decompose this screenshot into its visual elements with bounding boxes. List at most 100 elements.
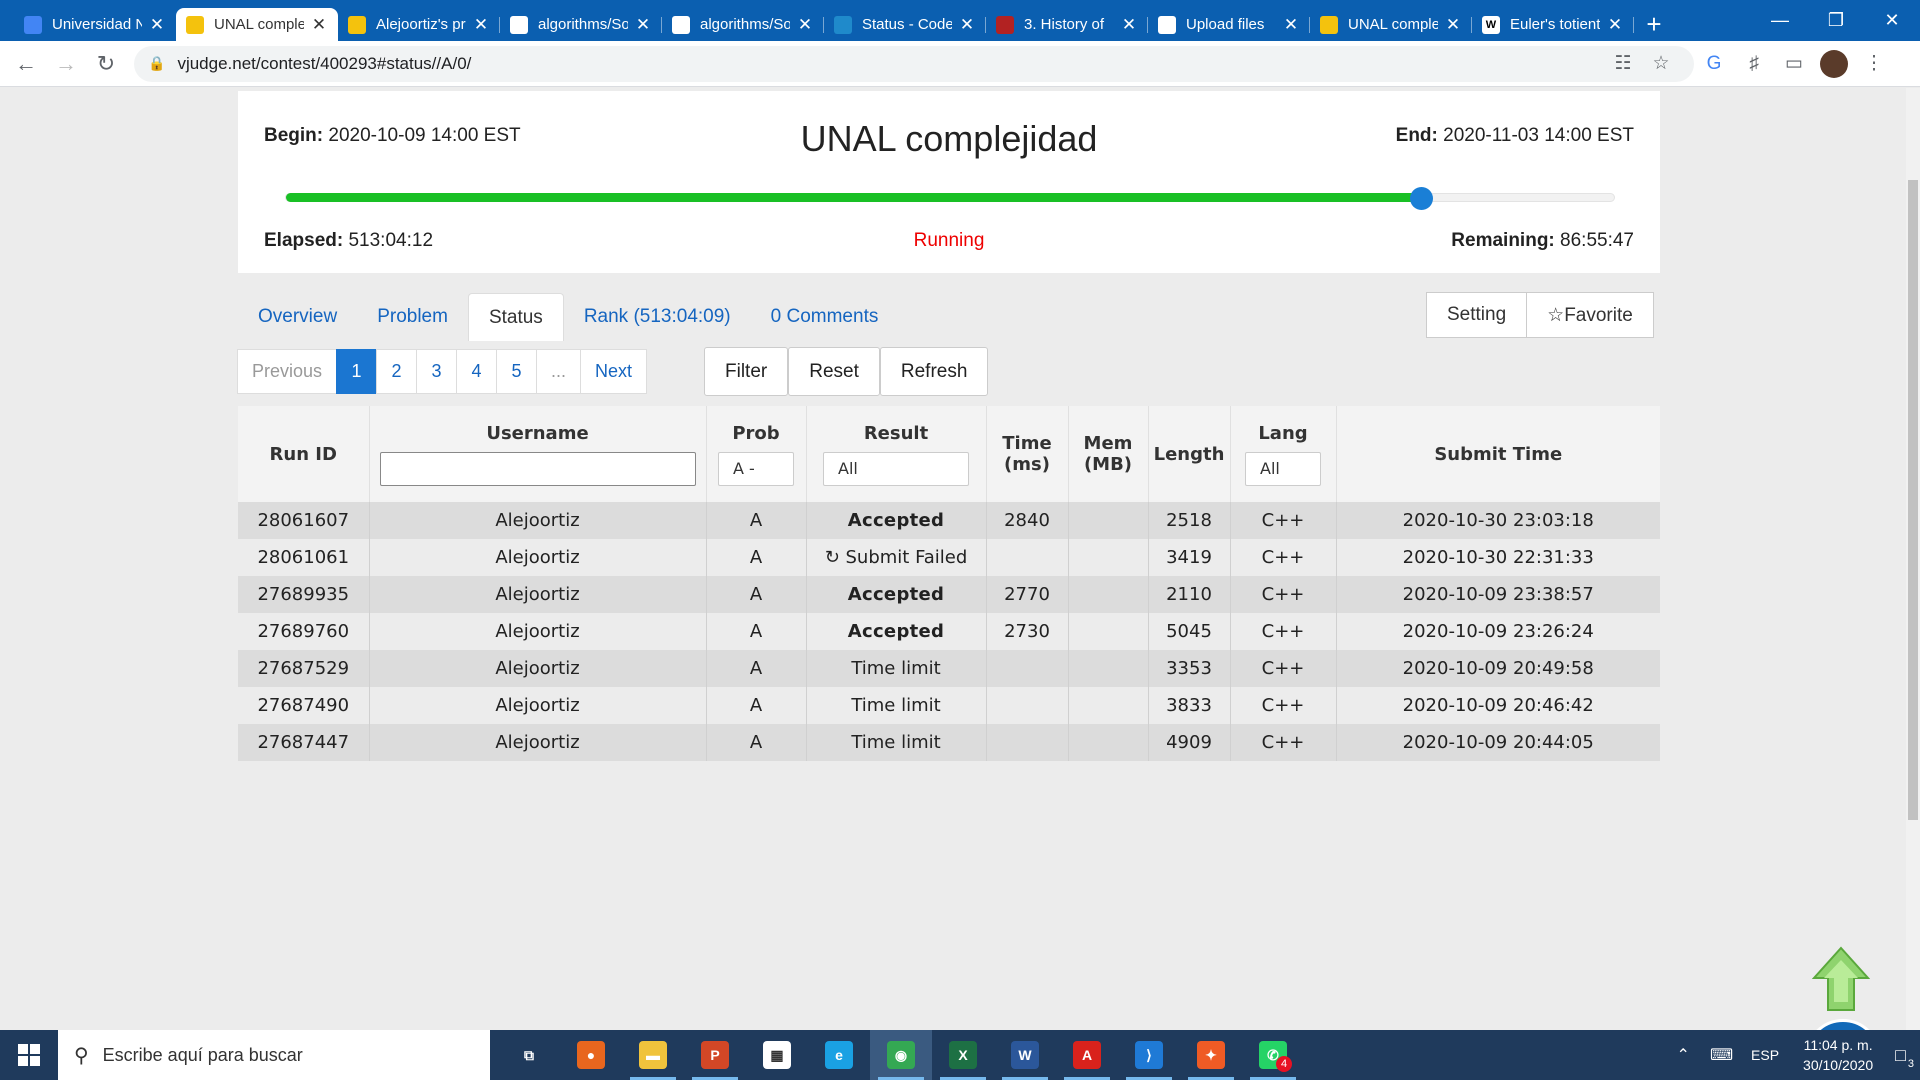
windows-start-icon[interactable]	[0, 1030, 58, 1080]
page-button-5[interactable]: 5	[496, 349, 538, 394]
taskbar-search-box[interactable]: ⚲ Escribe aquí para buscar	[58, 1030, 490, 1080]
close-tab-icon[interactable]: ✕	[1120, 15, 1138, 35]
google-translate-extension-icon[interactable]: G	[1694, 46, 1734, 82]
language-indicator[interactable]: ESP	[1751, 1047, 1779, 1063]
browser-tab[interactable]: Status - Codeforces ✕	[824, 8, 986, 41]
username-link[interactable]: Alejoortiz	[368, 724, 706, 761]
back-arrow-icon[interactable]: ←	[6, 44, 46, 84]
next-page-button[interactable]: Next	[580, 349, 648, 394]
username-link[interactable]: Alejoortiz	[368, 613, 706, 650]
tab-0-comments[interactable]: 0 Comments	[751, 293, 899, 341]
close-tab-icon[interactable]: ✕	[1282, 15, 1300, 35]
previous-page-button[interactable]: Previous	[237, 349, 338, 394]
result-cell[interactable]: Accepted	[805, 576, 986, 613]
username-filter-input[interactable]	[379, 451, 696, 486]
language-link[interactable]: C++	[1229, 539, 1336, 576]
chat-support-icon[interactable]	[1805, 1019, 1881, 1030]
language-link[interactable]: C++	[1229, 650, 1336, 687]
page-ellipsis[interactable]: ...	[536, 349, 582, 394]
page-button-3[interactable]: 3	[416, 349, 458, 394]
taskbar-app[interactable]: ✆ 4	[1242, 1030, 1304, 1080]
language-link[interactable]: C++	[1229, 613, 1336, 650]
taskbar-app[interactable]: ▬	[622, 1030, 684, 1080]
cast-icon[interactable]: ▭	[1774, 46, 1814, 82]
browser-menu-icon[interactable]: ⋮	[1854, 46, 1894, 82]
close-tab-icon[interactable]: ✕	[958, 15, 976, 35]
taskbar-app[interactable]: P	[684, 1030, 746, 1080]
taskbar-clock[interactable]: 11:04 p. m. 30/10/2020	[1803, 1035, 1873, 1075]
problem-link[interactable]: A	[705, 539, 806, 576]
browser-tab[interactable]: algorithms/Solutions ✕	[662, 8, 824, 41]
result-filter-select[interactable]: All	[823, 451, 969, 486]
username-link[interactable]: Alejoortiz	[368, 502, 706, 539]
close-tab-icon[interactable]: ✕	[1444, 15, 1462, 35]
reload-icon[interactable]: ↻	[86, 44, 126, 84]
taskbar-app[interactable]: ◉	[870, 1030, 932, 1080]
browser-tab[interactable]: UNAL complejidad ✕	[176, 8, 338, 41]
language-link[interactable]: C++	[1229, 502, 1336, 539]
username-link[interactable]: Alejoortiz	[368, 687, 706, 724]
scroll-to-top-arrow-icon[interactable]	[1812, 946, 1870, 1012]
minimize-icon[interactable]: —	[1752, 0, 1808, 41]
browser-tab[interactable]: 3. History of ✕	[986, 8, 1148, 41]
url-text[interactable]: vjudge.net/contest/400293#status//A/0/	[177, 54, 1604, 74]
page-button-2[interactable]: 2	[376, 349, 418, 394]
taskbar-app[interactable]: A	[1056, 1030, 1118, 1080]
forward-arrow-icon[interactable]: →	[46, 44, 86, 84]
problem-link[interactable]: A	[705, 687, 806, 724]
notifications-icon[interactable]: □ 3	[1895, 1045, 1914, 1070]
keyboard-icon[interactable]: ⌨	[1710, 1045, 1733, 1065]
restore-icon[interactable]: ❐	[1808, 0, 1864, 41]
favorite-button[interactable]: ☆Favorite	[1527, 292, 1654, 338]
username-link[interactable]: Alejoortiz	[368, 539, 706, 576]
page-button-1[interactable]: 1	[336, 349, 378, 394]
tray-chevron-up-icon[interactable]: ⌃	[1677, 1045, 1690, 1065]
refresh-button[interactable]: Refresh	[879, 347, 989, 396]
result-cell[interactable]: Time limit	[805, 687, 986, 724]
bookmark-star-icon[interactable]: ☆	[1642, 52, 1680, 75]
taskbar-app[interactable]: W	[994, 1030, 1056, 1080]
taskbar-app[interactable]: ●	[560, 1030, 622, 1080]
translate-icon[interactable]: ☷	[1604, 52, 1642, 75]
taskbar-app[interactable]: X	[932, 1030, 994, 1080]
problem-link[interactable]: A	[705, 576, 806, 613]
tab-rank-513-04-09[interactable]: Rank (513:04:09)	[564, 293, 751, 341]
setting-button[interactable]: Setting	[1426, 292, 1528, 338]
browser-tab[interactable]: Universidad Nacional ✕	[14, 8, 176, 41]
close-tab-icon[interactable]: ✕	[310, 15, 328, 35]
taskbar-app[interactable]: e	[808, 1030, 870, 1080]
close-tab-icon[interactable]: ✕	[472, 15, 490, 35]
problem-link[interactable]: A	[705, 502, 806, 539]
taskbar-app[interactable]: ▦	[746, 1030, 808, 1080]
language-link[interactable]: C++	[1229, 687, 1336, 724]
close-window-icon[interactable]: ✕	[1864, 0, 1920, 41]
page-scrollbar-thumb[interactable]	[1908, 180, 1918, 820]
language-link[interactable]: C++	[1229, 576, 1336, 613]
browser-tab[interactable]: algorithms/Solutions ✕	[500, 8, 662, 41]
result-cell[interactable]: ↻ Submit Failed	[805, 539, 986, 576]
address-bar[interactable]: 🔒 vjudge.net/contest/400293#status//A/0/…	[134, 45, 1694, 82]
taskbar-app[interactable]: ⟩	[1118, 1030, 1180, 1080]
filter-button[interactable]: Filter	[704, 347, 789, 396]
close-tab-icon[interactable]: ✕	[1606, 15, 1624, 35]
tab-status[interactable]: Status	[467, 293, 564, 341]
result-cell[interactable]: Accepted	[805, 502, 986, 539]
tab-overview[interactable]: Overview	[238, 293, 357, 341]
tab-problem[interactable]: Problem	[357, 293, 468, 341]
browser-tab[interactable]: Upload files ✕	[1148, 8, 1310, 41]
problem-link[interactable]: A	[705, 613, 806, 650]
close-tab-icon[interactable]: ✕	[148, 15, 166, 35]
profile-avatar[interactable]	[1820, 49, 1848, 78]
close-tab-icon[interactable]: ✕	[634, 15, 652, 35]
result-cell[interactable]: Accepted	[805, 613, 986, 650]
close-tab-icon[interactable]: ✕	[796, 15, 814, 35]
username-link[interactable]: Alejoortiz	[368, 650, 706, 687]
page-scrollbar[interactable]	[1906, 88, 1920, 1030]
lang-filter-select[interactable]: All	[1245, 451, 1321, 486]
reset-button[interactable]: Reset	[788, 347, 880, 396]
page-button-4[interactable]: 4	[456, 349, 498, 394]
prob-filter-select[interactable]: A -	[718, 451, 794, 486]
username-link[interactable]: Alejoortiz	[368, 576, 706, 613]
result-cell[interactable]: Time limit	[805, 724, 986, 761]
browser-tab[interactable]: W Euler's totient ✕	[1472, 8, 1634, 41]
